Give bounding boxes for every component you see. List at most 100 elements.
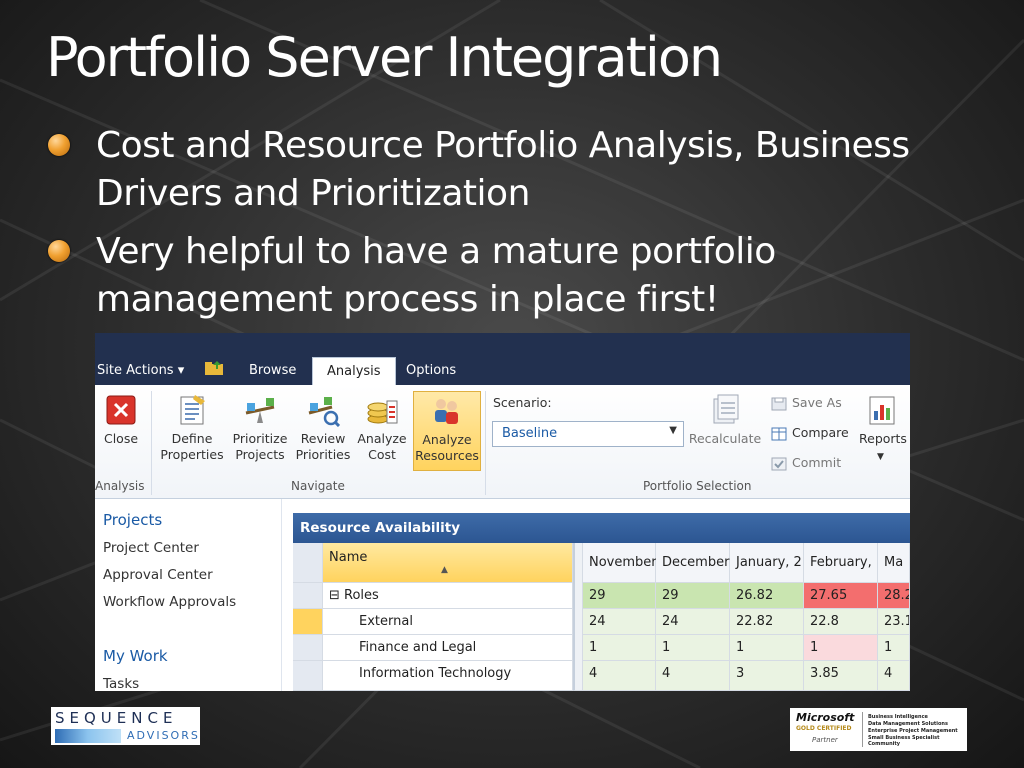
save-as-icon	[771, 397, 787, 410]
top-bar: Site Actions ▾ Browse Analysis Options	[95, 333, 910, 386]
group-label-portfolio-selection: Portfolio Selection	[643, 479, 752, 493]
reports-icon	[869, 396, 895, 425]
table-cell: 28.2	[878, 583, 910, 609]
nav-item-approval-center[interactable]: Approval Center	[103, 567, 213, 583]
sort-ascending-icon: ▲	[441, 565, 448, 575]
table-row-name[interactable]: Finance and Legal	[323, 635, 573, 661]
reports-button[interactable]: Reports ▼	[859, 393, 909, 465]
table-cell: 24	[656, 609, 730, 635]
dropdown-arrow-icon: ▼	[669, 425, 677, 436]
table-cell: 1	[583, 635, 656, 661]
resources-icon	[435, 399, 458, 424]
scenario-dropdown[interactable]: Baseline ▼	[492, 421, 684, 447]
ms-gold-text: GOLD CERTIFIED	[796, 725, 852, 732]
table-cell: 3	[730, 661, 804, 691]
properties-icon	[180, 395, 205, 425]
tab-options[interactable]: Options	[392, 357, 470, 385]
tab-browse[interactable]: Browse	[235, 357, 310, 385]
table-cell: 29	[583, 583, 656, 609]
row-selector[interactable]	[293, 661, 323, 691]
compare-icon	[771, 427, 787, 440]
ribbon: Close Define Properties Prioritize Proje…	[95, 385, 910, 499]
commit-button[interactable]: Commit	[771, 455, 841, 471]
resource-grid: Name ▲ November December January, 2 Febr…	[293, 543, 910, 691]
table-cell: 26.82	[730, 583, 804, 609]
bullet-text: Cost and Resource Portfolio Analysis, Bu…	[96, 125, 910, 214]
seesaw-icon	[245, 398, 275, 423]
calculator-icon	[713, 394, 739, 424]
ms-competency-line: Business Intelligence	[868, 714, 928, 720]
grid-splitter[interactable]	[573, 543, 583, 691]
nav-header-my-work[interactable]: My Work	[103, 647, 168, 665]
prioritize-projects-button[interactable]: Prioritize Projects	[229, 393, 291, 463]
ms-logo-divider	[862, 712, 863, 747]
nav-item-tasks[interactable]: Tasks	[103, 676, 139, 691]
ms-competency-line: Small Business Specialist Community	[868, 735, 940, 747]
table-cell: 23.1	[878, 609, 910, 635]
nav-item-workflow-approvals[interactable]: Workflow Approvals	[103, 594, 236, 610]
microsoft-partner-logo: Microsoft GOLD CERTIFIED Partner Busines…	[790, 708, 967, 751]
nav-header-projects[interactable]: Projects	[103, 511, 162, 529]
month-header[interactable]: Ma	[878, 543, 910, 583]
logo-text-advisors: ADVISORS	[127, 729, 200, 742]
table-row-name[interactable]: Information Technology	[323, 661, 573, 691]
table-cell: 4	[583, 661, 656, 691]
row-selector[interactable]	[293, 583, 323, 609]
logo-bar	[55, 729, 121, 743]
table-cell: 4	[656, 661, 730, 691]
site-actions-menu[interactable]: Site Actions ▾	[97, 363, 184, 378]
bullet-text: Very helpful to have a mature portfolio …	[96, 231, 776, 320]
coins-icon	[367, 400, 398, 424]
resource-availability-header: Resource Availability	[293, 513, 910, 543]
ms-competency-line: Data Management Solutions	[868, 721, 948, 727]
group-separator	[485, 391, 486, 495]
name-column-header[interactable]: Name ▲	[323, 543, 573, 583]
scenario-value: Baseline	[502, 426, 558, 441]
review-priorities-button[interactable]: Review Priorities	[293, 393, 353, 463]
left-navigation: Projects Project Center Approval Center …	[95, 499, 282, 691]
bullet-list: Cost and Resource Portfolio Analysis, Bu…	[48, 122, 948, 334]
bullet-item: Cost and Resource Portfolio Analysis, Bu…	[48, 122, 948, 218]
analyze-cost-button[interactable]: Analyze Cost	[355, 393, 409, 463]
folder-up-icon[interactable]	[205, 361, 223, 375]
month-header[interactable]: December	[656, 543, 730, 583]
ms-partner-text: Partner	[812, 736, 838, 744]
table-row-name[interactable]: ⊟ Roles	[323, 583, 573, 609]
row-selector-header	[293, 543, 323, 583]
bullet-item: Very helpful to have a mature portfolio …	[48, 228, 948, 324]
review-icon	[308, 397, 340, 427]
table-row-name[interactable]: External	[323, 609, 573, 635]
define-properties-button[interactable]: Define Properties	[157, 393, 227, 463]
table-cell: 1	[878, 635, 910, 661]
save-as-button[interactable]: Save As	[771, 395, 842, 411]
tab-analysis[interactable]: Analysis	[312, 357, 396, 386]
table-cell: 4	[878, 661, 910, 691]
month-header[interactable]: February,	[804, 543, 878, 583]
commit-icon	[771, 457, 787, 470]
logo-text-sequence: SEQUENCE	[55, 709, 178, 727]
month-header[interactable]: January, 2	[730, 543, 804, 583]
compare-button[interactable]: Compare	[771, 425, 849, 441]
table-cell: 29	[656, 583, 730, 609]
row-selector[interactable]	[293, 635, 323, 661]
analyze-resources-button[interactable]: Analyze Resources	[413, 391, 481, 471]
row-selector[interactable]	[293, 609, 323, 635]
month-header[interactable]: November	[583, 543, 657, 583]
bullet-dot-icon	[48, 134, 70, 156]
sequence-advisors-logo: SEQUENCE ADVISORS	[51, 707, 200, 745]
ms-logo-text: Microsoft	[796, 711, 855, 724]
ms-competency-line: Enterprise Project Management	[868, 728, 958, 734]
close-button[interactable]: Close	[101, 393, 141, 447]
recalculate-button[interactable]: Recalculate	[687, 393, 763, 447]
group-separator	[151, 391, 152, 495]
group-label-navigate: Navigate	[291, 479, 345, 493]
close-icon	[106, 395, 136, 425]
group-label-analysis: Analysis	[95, 479, 145, 493]
nav-item-project-center[interactable]: Project Center	[103, 540, 199, 556]
table-cell: 3.85	[804, 661, 878, 691]
bullet-dot-icon	[48, 240, 70, 262]
slide-title: Portfolio Server Integration	[46, 26, 723, 89]
table-cell: 24	[583, 609, 656, 635]
scenario-label: Scenario:	[493, 395, 552, 410]
table-cell: 22.8	[804, 609, 878, 635]
